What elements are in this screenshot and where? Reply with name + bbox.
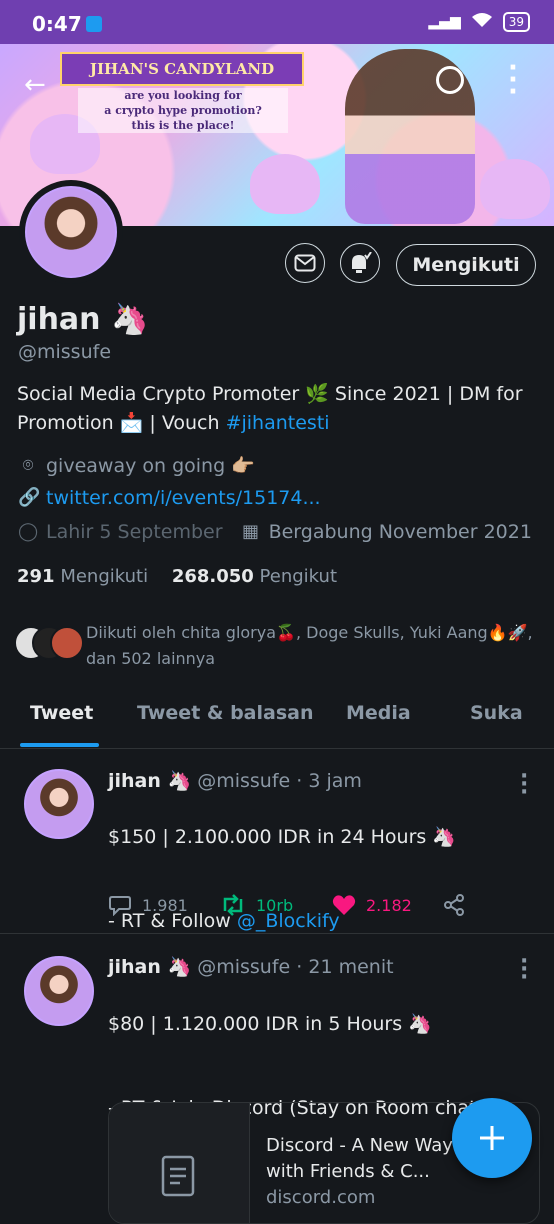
more-vertical-icon[interactable]: · · · bbox=[508, 55, 518, 105]
follower-avatars bbox=[14, 626, 84, 660]
profile-tabs: Tweet Tweet & balasan Media Suka bbox=[0, 690, 554, 749]
back-arrow-icon[interactable]: ← bbox=[24, 70, 46, 100]
balloon-icon: ◯ bbox=[18, 521, 39, 542]
location-text: giveaway on going 👉🏼 bbox=[46, 455, 255, 477]
banner-title: JIHAN'S CANDYLAND bbox=[60, 52, 304, 86]
display-name: jihan 🦄 bbox=[17, 302, 149, 337]
calendar-icon: ▦ bbox=[242, 521, 260, 542]
retweet-icon bbox=[223, 894, 243, 916]
reply-icon bbox=[109, 896, 131, 916]
search-icon[interactable] bbox=[436, 66, 464, 94]
heart-icon bbox=[332, 895, 356, 915]
birthday-text: Lahir 5 September bbox=[46, 521, 223, 543]
retweet-action[interactable]: 10rb bbox=[220, 894, 332, 916]
profile-avatar[interactable] bbox=[19, 180, 123, 284]
card-domain: discord.com bbox=[266, 1187, 376, 1208]
followers-stat[interactable]: 268.050 Pengikut bbox=[172, 566, 337, 587]
tab-tweet[interactable]: Tweet bbox=[30, 702, 93, 724]
status-time: 0:47 bbox=[32, 12, 82, 36]
unicorn-illustration bbox=[480, 159, 550, 219]
envelope-icon bbox=[294, 254, 316, 272]
status-bar: 0:47 ▂▄▆ 39 bbox=[0, 0, 554, 44]
plus-icon bbox=[480, 1126, 504, 1150]
dates-row: ◯ Lahir 5 September ▦ Bergabung November… bbox=[18, 521, 532, 543]
wifi-icon bbox=[471, 12, 493, 32]
tweet[interactable]: jihan 🦄 @missufe · 3 jam · · · $150 | 2.10… bbox=[0, 749, 554, 934]
tweet-header: jihan 🦄 @missufe · 21 menit bbox=[108, 955, 394, 978]
tweet-handle: @missufe bbox=[197, 956, 291, 978]
share-action[interactable] bbox=[442, 893, 466, 917]
status-icons: ▂▄▆ 39 bbox=[428, 12, 530, 32]
following-stat[interactable]: 291 Mengikuti bbox=[17, 566, 148, 587]
document-icon bbox=[161, 1155, 195, 1197]
link-icon: 🔗 bbox=[18, 487, 41, 508]
more-vertical-icon[interactable]: · · · bbox=[520, 766, 528, 804]
location-row: ⌾ giveaway on going 👉🏼 bbox=[18, 454, 255, 477]
tweet-header: jihan 🦄 @missufe · 3 jam bbox=[108, 769, 362, 792]
message-button[interactable] bbox=[285, 243, 325, 283]
more-vertical-icon[interactable]: · · · bbox=[520, 951, 528, 989]
tweet-author: jihan 🦄 bbox=[108, 956, 192, 978]
website-row[interactable]: 🔗 twitter.com/i/events/15174... bbox=[18, 487, 321, 509]
followed-by-text: Diikuti oleh chita glorya🍒, Doge Skulls,… bbox=[86, 623, 533, 668]
tweet-handle: @missufe bbox=[197, 770, 291, 792]
share-icon bbox=[444, 894, 464, 916]
website-link[interactable]: twitter.com/i/events/15174... bbox=[46, 487, 321, 509]
card-thumbnail bbox=[109, 1103, 250, 1223]
signal-icon: ▂▄▆ bbox=[428, 14, 461, 30]
like-action[interactable]: 2.182 bbox=[332, 894, 442, 916]
twitter-notification-icon bbox=[86, 16, 102, 32]
tweet-author: jihan 🦄 bbox=[108, 770, 192, 792]
bio: Social Media Crypto Promoter 🌿 Since 202… bbox=[17, 380, 537, 438]
tab-tweet-replies[interactable]: Tweet & balasan bbox=[137, 702, 314, 724]
bell-check-icon bbox=[352, 252, 372, 273]
handle: @missufe bbox=[18, 341, 112, 363]
active-tab-indicator bbox=[20, 743, 99, 747]
avatar-image bbox=[25, 186, 117, 278]
bio-hashtag[interactable]: #jihantesti bbox=[226, 412, 330, 434]
location-pin-icon: ⌾ bbox=[22, 454, 34, 476]
reply-action[interactable]: 1.981 bbox=[108, 894, 220, 916]
tweet-time: · 3 jam bbox=[296, 770, 362, 792]
tab-likes[interactable]: Suka bbox=[470, 702, 523, 724]
joined-text: Bergabung November 2021 bbox=[268, 521, 532, 543]
tweet-avatar[interactable] bbox=[24, 956, 94, 1026]
tweet-time: · 21 menit bbox=[296, 956, 394, 978]
follow-stats: 291 Mengikuti 268.050 Pengikut bbox=[17, 566, 337, 587]
compose-tweet-button[interactable] bbox=[452, 1098, 532, 1178]
avatar bbox=[50, 626, 84, 660]
tweet-actions: 1.981 10rb 2.182 bbox=[108, 893, 466, 917]
battery-icon: 39 bbox=[502, 12, 530, 32]
unicorn-illustration bbox=[250, 154, 320, 214]
tab-media[interactable]: Media bbox=[346, 702, 411, 724]
banner-subtitle: are you looking for a crypto hype promot… bbox=[78, 88, 288, 133]
following-button[interactable]: Mengikuti bbox=[396, 244, 536, 286]
tweet-avatar[interactable] bbox=[24, 769, 94, 839]
notifications-button[interactable] bbox=[340, 243, 380, 283]
